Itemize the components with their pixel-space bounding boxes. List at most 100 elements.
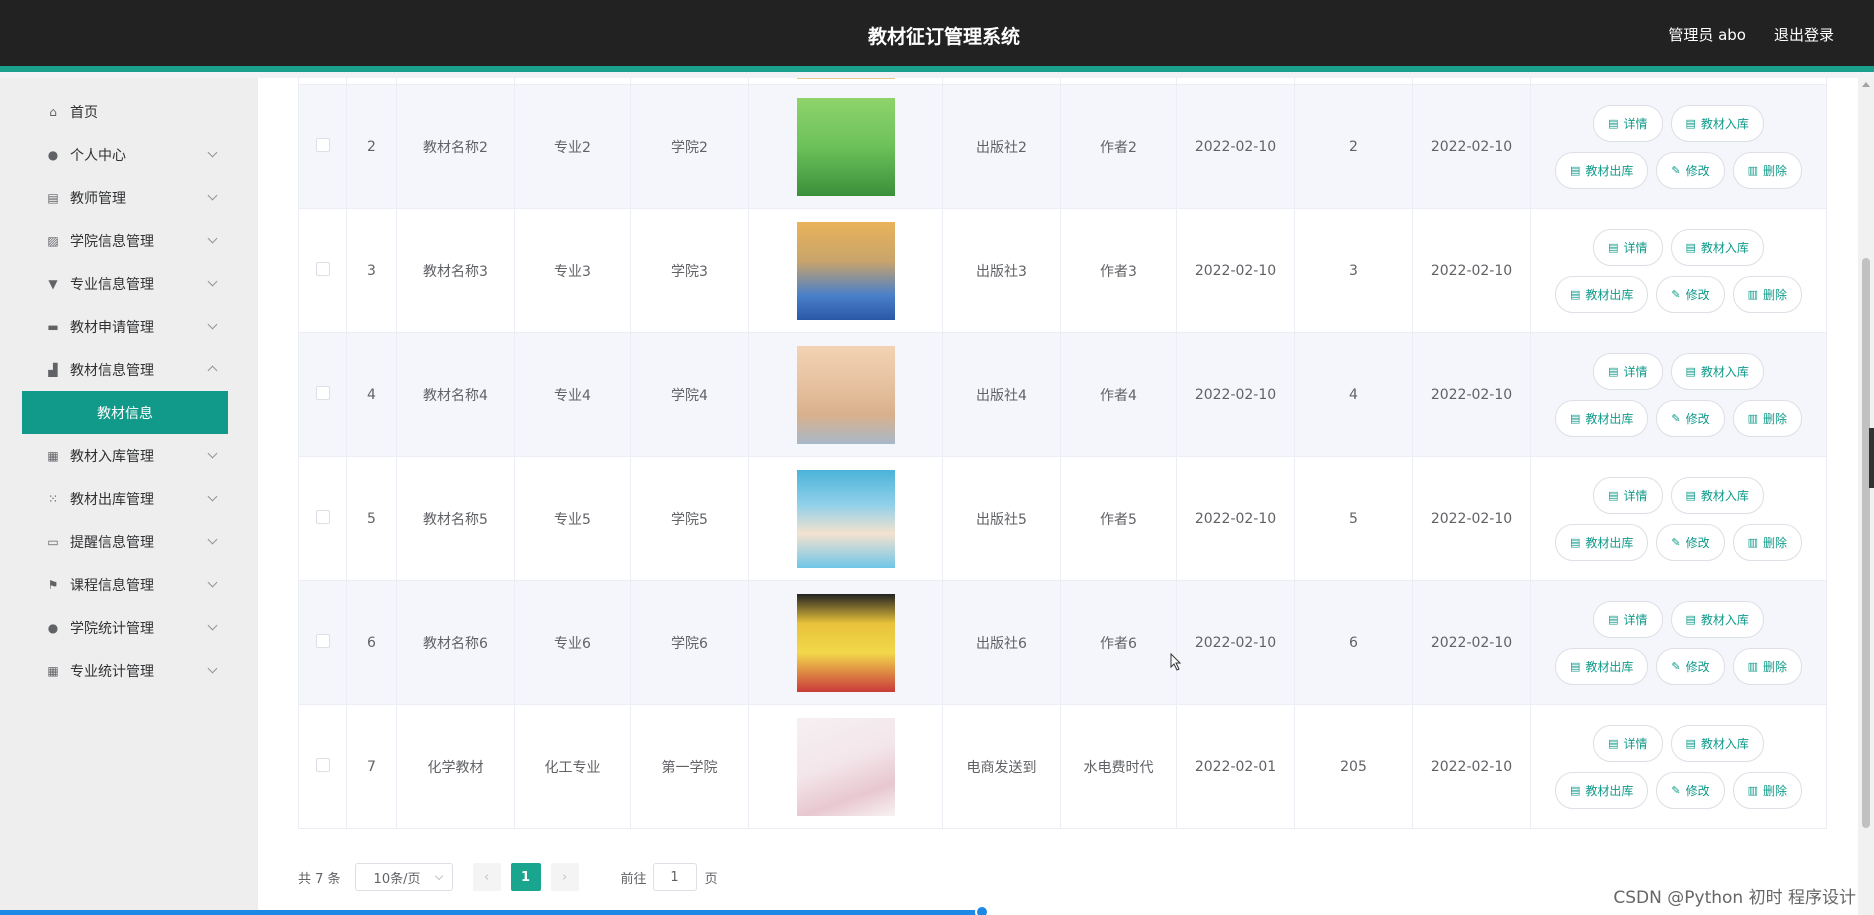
next-page-button[interactable]: › — [550, 863, 579, 891]
logout-button[interactable]: 退出登录 — [1774, 24, 1834, 45]
sidebar-item-textbook-info[interactable]: 教材信息 — [22, 391, 228, 434]
chevron-up-icon — [207, 365, 218, 376]
sidebar-item-label: 专业统计管理 — [70, 663, 154, 680]
goto-page-input[interactable]: 1 — [652, 863, 697, 891]
textbook-table: 2 教材名称2 专业2 学院2 出版社2 作者2 2022-02-10 2 2022-02-10… — [298, 78, 1827, 829]
textbook-name: 教材名称5 — [396, 456, 515, 581]
textbook-cover-image[interactable] — [796, 345, 895, 444]
vertical-scrollbar[interactable] — [1858, 78, 1874, 915]
sidebar-item-home[interactable]: ⌂ 首页 — [22, 90, 228, 133]
edit-button[interactable]: ✎ 修改 — [1656, 151, 1725, 189]
entry-date: 2022-02-10 — [1412, 332, 1531, 457]
chevron-down-icon — [207, 491, 218, 502]
stock-out-button[interactable]: ▤ 教材出库 — [1554, 523, 1649, 561]
scrollbar-thumb[interactable] — [1862, 258, 1870, 828]
pencil-icon: ✎ — [1671, 287, 1681, 301]
trophy-icon: ▼ — [48, 276, 58, 291]
sidebar-item-college-stats[interactable]: ● 学院统计管理 — [22, 606, 228, 649]
trash-icon: ▥ — [1747, 287, 1759, 301]
trash-icon: ▥ — [1747, 535, 1759, 549]
row-actions: ▤ 详情 ▤ 教材入库 ▤ 教材出库 ✎ 修改 ▥ 删除 — [1531, 476, 1826, 561]
stock-out-button[interactable]: ▤ 教材出库 — [1554, 771, 1649, 809]
detail-button[interactable]: ▤ 详情 — [1593, 600, 1663, 638]
stock-in-button[interactable]: ▤ 教材入库 — [1670, 600, 1764, 638]
delete-button[interactable]: ▥ 删除 — [1732, 523, 1803, 561]
button-label: 详情 — [1623, 488, 1648, 503]
scroll-up-icon[interactable] — [1862, 82, 1870, 87]
textbook-cover-image[interactable] — [796, 221, 895, 320]
edit-button[interactable]: ✎ 修改 — [1656, 523, 1725, 561]
sidebar-item-courses[interactable]: ⚑ 课程信息管理 — [22, 563, 228, 606]
stock-in-button[interactable]: ▤ 教材入库 — [1670, 104, 1764, 142]
edit-button[interactable]: ✎ 修改 — [1656, 275, 1725, 313]
stock-in-button[interactable]: ▤ 教材入库 — [1670, 228, 1764, 266]
page-size-select[interactable]: 10条/页 — [354, 863, 453, 891]
sidebar-item-major-stats[interactable]: ▦ 专业统计管理 — [22, 649, 228, 692]
author: 水电费时代 — [1060, 704, 1177, 829]
edit-button[interactable]: ✎ 修改 — [1656, 399, 1725, 437]
major: 化工专业 — [514, 704, 631, 829]
stock-out-button[interactable]: ▤ 教材出库 — [1554, 275, 1649, 313]
quantity: 205 — [1294, 704, 1413, 829]
quantity: 6 — [1294, 580, 1413, 705]
row-checkbox[interactable] — [315, 509, 330, 524]
sidebar-item-reminders[interactable]: ▭ 提醒信息管理 — [22, 520, 228, 563]
sidebar-item-stock-in[interactable]: ▦ 教材入库管理 — [22, 434, 228, 477]
textbook-cover-image[interactable] — [796, 97, 895, 196]
sidebar-item-colleges[interactable]: ▨ 学院信息管理 — [22, 219, 228, 262]
edit-button[interactable]: ✎ 修改 — [1656, 647, 1725, 685]
college: 第一学院 — [630, 704, 749, 829]
document-icon: ▤ — [1569, 287, 1581, 301]
sidebar-item-stock-out[interactable]: ⁙ 教材出库管理 — [22, 477, 228, 520]
sidebar-item-majors[interactable]: ▼ 专业信息管理 — [22, 262, 228, 305]
sidebar-item-textbooks[interactable]: ▟ 教材信息管理 — [22, 348, 228, 391]
row-checkbox[interactable] — [315, 757, 330, 772]
goto-label: 前往 — [620, 871, 647, 887]
monitor-icon: ▬ — [47, 319, 59, 334]
button-label: 详情 — [1623, 116, 1648, 131]
detail-button[interactable]: ▤ 详情 — [1593, 724, 1663, 762]
row-checkbox[interactable] — [315, 385, 330, 400]
sidebar-item-label: 课程信息管理 — [70, 577, 154, 594]
stock-in-button[interactable]: ▤ 教材入库 — [1670, 724, 1764, 762]
detail-button[interactable]: ▤ 详情 — [1593, 352, 1663, 390]
textbook-cover-image[interactable] — [796, 469, 895, 568]
button-label: 详情 — [1623, 240, 1648, 255]
delete-button[interactable]: ▥ 删除 — [1732, 275, 1803, 313]
detail-button[interactable]: ▤ 详情 — [1593, 104, 1663, 142]
delete-button[interactable]: ▥ 删除 — [1732, 399, 1803, 437]
prev-page-button[interactable]: ‹ — [472, 863, 501, 891]
detail-button[interactable]: ▤ 详情 — [1593, 228, 1663, 266]
row-checkbox[interactable] — [315, 137, 330, 152]
quantity: 5 — [1294, 456, 1413, 581]
major: 专业4 — [514, 332, 631, 457]
textbook-name: 教材名称4 — [396, 332, 515, 457]
stock-in-button[interactable]: ▤ 教材入库 — [1670, 476, 1764, 514]
sidebar-item-teachers[interactable]: ▤ 教师管理 — [22, 176, 228, 219]
delete-button[interactable]: ▥ 删除 — [1732, 771, 1803, 809]
detail-button[interactable]: ▤ 详情 — [1593, 476, 1663, 514]
textbook-cover-image[interactable] — [796, 593, 895, 692]
chevron-down-icon — [207, 233, 218, 244]
sidebar-item-applications[interactable]: ▬ 教材申请管理 — [22, 305, 228, 348]
row-checkbox[interactable] — [315, 633, 330, 648]
row-actions: ▤ 详情 ▤ 教材入库 ▤ 教材出库 ✎ 修改 ▥ 删除 — [1531, 104, 1826, 189]
stock-in-button[interactable]: ▤ 教材入库 — [1670, 352, 1764, 390]
row-checkbox[interactable] — [315, 261, 330, 276]
stock-out-button[interactable]: ▤ 教材出库 — [1554, 151, 1649, 189]
stock-out-button[interactable]: ▤ 教材出库 — [1554, 399, 1649, 437]
stock-out-button[interactable]: ▤ 教材出库 — [1554, 647, 1649, 685]
page-number-current[interactable]: 1 — [510, 863, 541, 891]
author: 作者2 — [1060, 84, 1177, 209]
progress-handle[interactable] — [975, 905, 989, 915]
delete-button[interactable]: ▥ 删除 — [1732, 151, 1803, 189]
pencil-icon: ✎ — [1671, 535, 1681, 549]
sidebar-item-label: 教材申请管理 — [70, 319, 154, 336]
button-label: 删除 — [1763, 783, 1788, 798]
sidebar-item-profile[interactable]: ● 个人中心 — [22, 133, 228, 176]
edit-button[interactable]: ✎ 修改 — [1656, 771, 1725, 809]
publish-date: 2022-02-10 — [1176, 580, 1295, 705]
publisher: 出版社2 — [942, 84, 1061, 209]
delete-button[interactable]: ▥ 删除 — [1732, 647, 1803, 685]
textbook-cover-image[interactable] — [796, 717, 895, 816]
